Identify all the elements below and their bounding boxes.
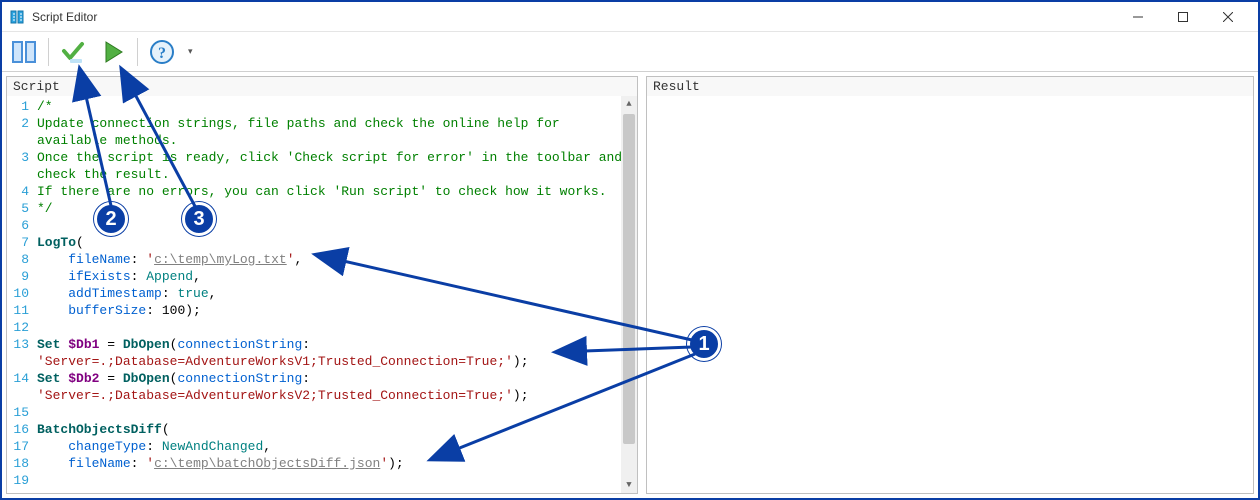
line-number: 14 (7, 370, 29, 387)
line-number: 13 (7, 336, 29, 353)
code-line[interactable]: addTimestamp: true, (37, 285, 633, 302)
run-script-icon (100, 39, 126, 65)
close-button[interactable] (1205, 2, 1250, 32)
result-pane-header: Result (647, 77, 1253, 96)
code-line[interactable]: ifExists: Append, (37, 268, 633, 285)
app-icon (10, 9, 26, 25)
chevron-down-icon[interactable]: ▾ (188, 46, 193, 57)
annotation-callout-3: 3 (182, 202, 216, 236)
line-number: 6 (7, 217, 29, 234)
line-number: 18 (7, 455, 29, 472)
help-icon: ? (149, 39, 175, 65)
line-number: 1 (7, 98, 29, 115)
line-number (7, 387, 29, 404)
code-line[interactable]: Update connection strings, file paths an… (37, 115, 633, 132)
code-area[interactable]: /*Update connection strings, file paths … (33, 96, 637, 493)
line-number: 9 (7, 268, 29, 285)
code-line[interactable]: LogTo( (37, 234, 633, 251)
line-number (7, 132, 29, 149)
line-number (7, 353, 29, 370)
scroll-up-button[interactable]: ▲ (621, 96, 637, 112)
window-controls (1115, 2, 1250, 32)
panel-toggle-button[interactable] (8, 36, 40, 68)
code-line[interactable] (37, 319, 633, 336)
line-number: 7 (7, 234, 29, 251)
line-number: 11 (7, 302, 29, 319)
code-line[interactable] (37, 472, 633, 489)
code-line[interactable]: changeType: NewAndChanged, (37, 438, 633, 455)
line-gutter: 12345678910111213141516171819 (7, 96, 33, 493)
line-number: 12 (7, 319, 29, 336)
line-number: 5 (7, 200, 29, 217)
code-line[interactable]: Set $Db1 = DbOpen(connectionString: (37, 336, 633, 353)
code-line[interactable]: fileName: 'c:\temp\batchObjectsDiff.json… (37, 455, 633, 472)
minimize-button[interactable] (1115, 2, 1160, 32)
code-line[interactable]: Once the script is ready, click 'Check s… (37, 149, 633, 166)
line-number: 2 (7, 115, 29, 132)
code-line[interactable]: Set $Db2 = DbOpen(connectionString: (37, 370, 633, 387)
code-editor[interactable]: 12345678910111213141516171819 /*Update c… (7, 96, 637, 493)
line-number: 17 (7, 438, 29, 455)
line-number: 16 (7, 421, 29, 438)
code-line[interactable]: check the result. (37, 166, 633, 183)
code-line[interactable]: 'Server=.;Database=AdventureWorksV2;Trus… (37, 387, 633, 404)
panel-toggle-icon (11, 39, 37, 65)
help-button[interactable]: ? (146, 36, 178, 68)
window-title: Script Editor (32, 10, 1115, 24)
code-line[interactable]: available methods. (37, 132, 633, 149)
check-script-button[interactable] (57, 36, 89, 68)
code-line[interactable]: bufferSize: 100); (37, 302, 633, 319)
line-number: 3 (7, 149, 29, 166)
run-script-button[interactable] (97, 36, 129, 68)
code-line[interactable]: 'Server=.;Database=AdventureWorksV1;Trus… (37, 353, 633, 370)
check-script-icon (60, 39, 86, 65)
line-number: 10 (7, 285, 29, 302)
main-area: Script 12345678910111213141516171819 /*U… (2, 72, 1258, 498)
code-line[interactable]: fileName: 'c:\temp\myLog.txt', (37, 251, 633, 268)
code-line[interactable]: If there are no errors, you can click 'R… (37, 183, 633, 200)
code-line[interactable]: /* (37, 98, 633, 115)
annotation-callout-2: 2 (94, 202, 128, 236)
titlebar: Script Editor (2, 2, 1258, 32)
svg-text:?: ? (158, 45, 166, 62)
line-number: 8 (7, 251, 29, 268)
toolbar-separator (48, 38, 49, 66)
maximize-button[interactable] (1160, 2, 1205, 32)
line-number: 19 (7, 472, 29, 489)
line-number: 4 (7, 183, 29, 200)
code-line[interactable] (37, 404, 633, 421)
vertical-scrollbar[interactable]: ▲ ▼ (621, 96, 637, 493)
annotation-callout-1: 1 (687, 327, 721, 361)
result-pane: Result (646, 76, 1254, 494)
scroll-down-button[interactable]: ▼ (621, 477, 637, 493)
line-number (7, 166, 29, 183)
line-number: 15 (7, 404, 29, 421)
script-pane: Script 12345678910111213141516171819 /*U… (6, 76, 638, 494)
result-area (647, 96, 1253, 493)
scrollbar-thumb[interactable] (623, 114, 635, 444)
script-pane-header: Script (7, 77, 637, 96)
toolbar-separator (137, 38, 138, 66)
code-line[interactable]: BatchObjectsDiff( (37, 421, 633, 438)
toolbar: ? ▾ (2, 32, 1258, 72)
